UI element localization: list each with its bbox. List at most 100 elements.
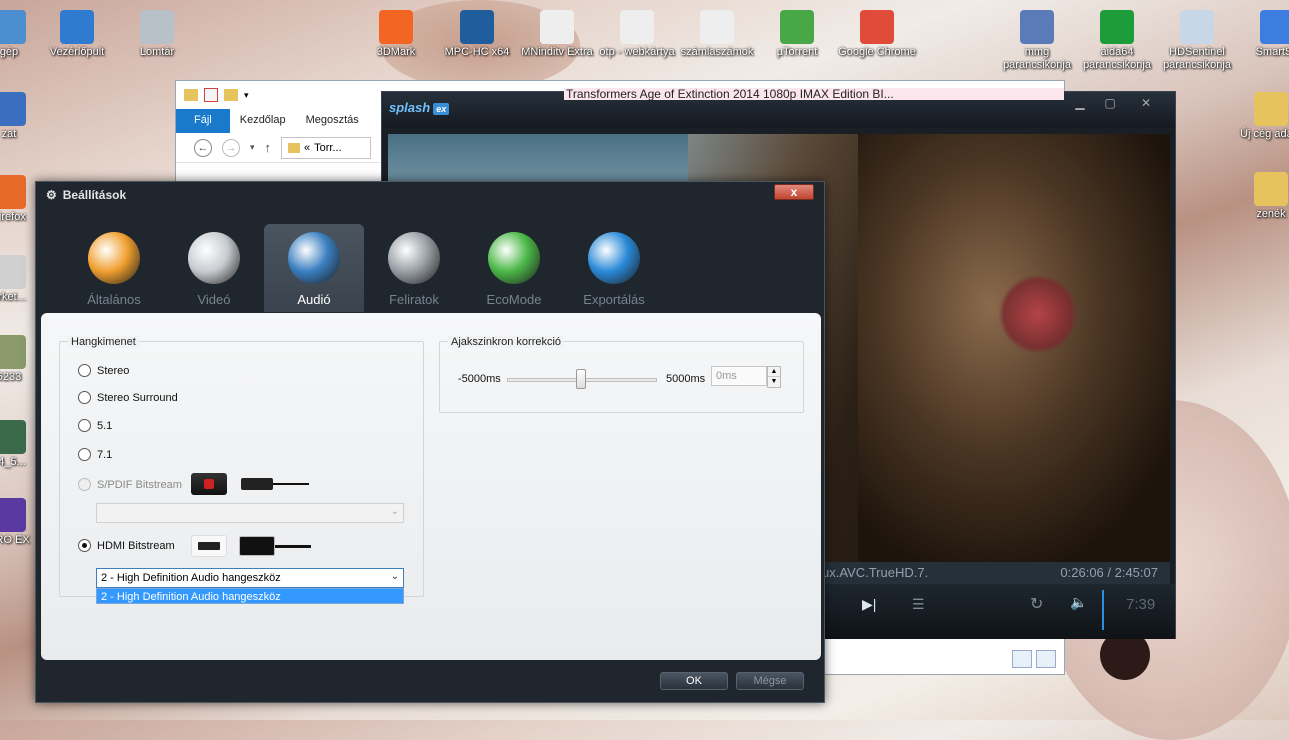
shortcut-icon — [860, 10, 894, 44]
desktop-icon-label: Vezérlőpult — [49, 46, 105, 58]
desktop-icon[interactable]: számlaszámok — [678, 10, 756, 59]
shortcut-icon — [1254, 172, 1288, 206]
lipsync-spinner[interactable]: ▲ ▼ — [767, 366, 781, 388]
shortcut-icon — [60, 10, 94, 44]
radio-button[interactable] — [78, 419, 91, 432]
desktop-icon-label: 3DMark — [376, 46, 416, 58]
lipsync-min-label: -5000ms — [458, 373, 501, 385]
desktop-icon[interactable]: µTorrent — [758, 10, 836, 59]
tab-label: EcoMode — [486, 292, 542, 307]
properties-icon[interactable] — [204, 88, 218, 102]
desktop-icon[interactable]: MNinditv Extra — [518, 10, 596, 59]
desktop-icon[interactable]: Google Chrome — [838, 10, 916, 59]
desktop-icon[interactable]: HDSentinel parancsikonja — [1158, 10, 1236, 72]
path-box[interactable]: « Torr... — [281, 136, 372, 159]
desktop-icon[interactable]: Vezérlőpult — [38, 10, 116, 59]
hdmi-port-icon — [191, 535, 227, 557]
radio-button[interactable] — [78, 539, 91, 552]
folder-icon[interactable] — [184, 89, 198, 101]
radio-button[interactable] — [78, 391, 91, 404]
radio-button[interactable] — [78, 364, 91, 377]
desktop-icon[interactable]: MPC-HC x64 — [438, 10, 516, 59]
tab-ecomode[interactable]: EcoMode — [464, 224, 564, 312]
radio-button[interactable] — [78, 448, 91, 461]
repeat-icon[interactable]: ↻ — [1030, 594, 1043, 614]
tab-feliratok[interactable]: Feliratok — [364, 224, 464, 312]
lipsync-value-input[interactable]: 0ms — [711, 366, 767, 386]
desktop-icon-label: Lomtár — [139, 46, 175, 58]
ribbon-tab-home[interactable]: Kezdőlap — [230, 109, 296, 133]
spin-down-icon[interactable]: ▼ — [768, 377, 780, 387]
details-view-icon[interactable] — [1012, 650, 1032, 668]
radio-label: S/PDIF Bitstream — [97, 478, 182, 491]
desktop-icon[interactable]: zat — [0, 92, 48, 141]
desktop-icon-label: µTorrent — [776, 46, 818, 58]
radio-label: HDMI Bitstream — [97, 539, 175, 552]
large-icons-view-icon[interactable] — [1036, 650, 1056, 668]
shortcut-icon — [1254, 92, 1288, 126]
desktop-icon-label: HDSentinel parancsikonja — [1163, 46, 1231, 71]
tab-audió[interactable]: Audió — [264, 224, 364, 312]
chevron-down-icon[interactable]: ⌄ — [391, 571, 399, 582]
lipsync-max-label: 5000ms — [666, 373, 706, 385]
ribbon-tab-file[interactable]: Fájl — [176, 109, 230, 133]
next-chapter-icon[interactable]: ▶| — [862, 596, 876, 613]
shortcut-icon — [1180, 10, 1214, 44]
desktop-icon[interactable]: Új cég adato — [1232, 92, 1289, 141]
tab-általános[interactable]: Általános — [64, 224, 164, 312]
chevron-down-icon: ⌄ — [390, 506, 399, 517]
radio-5-1[interactable]: 5.1 — [78, 419, 112, 432]
radio-label: Stereo Surround — [97, 391, 178, 404]
forward-icon[interactable]: → — [222, 138, 240, 157]
radio-label: 7.1 — [97, 448, 113, 461]
shortcut-icon — [140, 10, 174, 44]
desktop-icon[interactable]: Lomtár — [118, 10, 196, 59]
playlist-icon[interactable]: ☰ — [912, 596, 925, 613]
splash-logo: splash ex — [389, 100, 450, 115]
up-icon[interactable]: ↑ — [265, 140, 272, 155]
maximize-button[interactable]: ▢ — [1095, 96, 1125, 112]
radio-stereo-surround[interactable]: Stereo Surround — [78, 391, 178, 404]
back-icon[interactable]: ← — [194, 138, 212, 157]
player-titlebar: splash ex Transformers Age of Extinction … — [382, 88, 1175, 128]
radio-stereo[interactable]: Stereo — [78, 364, 129, 377]
breadcrumb[interactable]: Torr... — [314, 142, 342, 154]
hdmi-device-option[interactable]: 2 - High Definition Audio hangeszköz — [96, 588, 404, 604]
desktop-icon[interactable]: 3DMark — [357, 10, 435, 59]
close-button[interactable]: ✕ — [1131, 96, 1161, 112]
desktop-icon-label: otp - webkártya — [599, 46, 675, 58]
spdif-cable-icon — [241, 478, 311, 490]
desktop-icon[interactable]: otp - webkártya — [598, 10, 676, 59]
shortcut-icon — [0, 175, 26, 209]
lipsync-slider-thumb[interactable] — [576, 369, 586, 389]
radio-label: Stereo — [97, 364, 130, 377]
hdmi-device-select[interactable]: 2 - High Definition Audio hangeszköz ⌄ — [96, 568, 404, 588]
desktop-icon[interactable]: SmartSh — [1238, 10, 1289, 59]
desktop-icon[interactable]: zenék — [1232, 172, 1289, 221]
cancel-button[interactable]: Mégse — [736, 672, 804, 690]
shortcut-icon — [540, 10, 574, 44]
export-icon — [588, 232, 640, 284]
tab-videó[interactable]: Videó — [164, 224, 264, 312]
ok-button[interactable]: OK — [660, 672, 728, 690]
breadcrumb-overflow[interactable]: « — [304, 142, 310, 154]
spin-up-icon[interactable]: ▲ — [768, 367, 780, 377]
radio-button — [78, 478, 91, 491]
volume-slider[interactable] — [1102, 590, 1104, 630]
gear-icon: ⚙ — [46, 188, 57, 202]
desktop-icon-label: mmg parancsikonja — [1003, 46, 1071, 71]
close-button[interactable]: x — [774, 184, 814, 200]
desktop-icon[interactable]: mmg parancsikonja — [998, 10, 1076, 72]
volume-icon[interactable]: 🔈 — [1070, 594, 1087, 611]
ribbon-tab-share[interactable]: Megosztás — [296, 109, 369, 133]
shortcut-icon — [1260, 10, 1289, 44]
desktop-icon[interactable]: aida64 parancsikonja — [1078, 10, 1156, 72]
chevron-down-icon[interactable]: ▾ — [244, 90, 249, 101]
tab-exportálás[interactable]: Exportálás — [564, 224, 664, 312]
new-folder-icon[interactable] — [224, 89, 238, 101]
radio-7-1[interactable]: 7.1 — [78, 448, 112, 461]
chevron-down-icon[interactable]: ▾ — [250, 142, 255, 153]
shortcut-icon — [0, 92, 26, 126]
radio-hdmi-bitstream[interactable]: HDMI Bitstream — [78, 539, 175, 552]
minimize-button[interactable]: ▁ — [1065, 96, 1095, 112]
